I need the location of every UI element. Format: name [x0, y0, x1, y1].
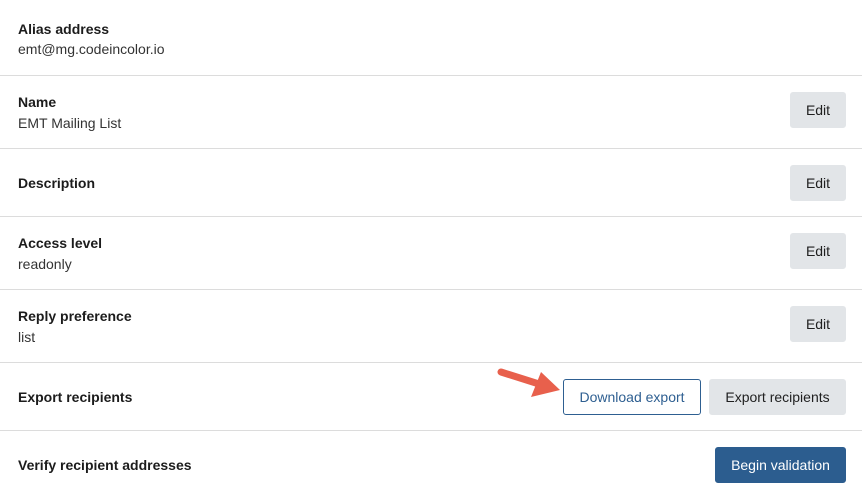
name-row: Name EMT Mailing List Edit: [0, 76, 862, 149]
access-level-value: readonly: [18, 256, 72, 272]
access-level-row: Access level readonly Edit: [0, 217, 862, 290]
download-export-button[interactable]: Download export: [563, 379, 701, 415]
verify-recipients-label: Verify recipient addresses: [18, 457, 192, 473]
name-label: Name: [18, 94, 57, 110]
export-recipients-row: Export recipients Download export Export…: [0, 363, 862, 431]
name-value: EMT Mailing List: [18, 115, 122, 131]
access-level-edit-button[interactable]: Edit: [790, 233, 846, 269]
export-recipients-button[interactable]: Export recipients: [709, 379, 846, 415]
mailing-list-settings: Alias address emt@mg.codeincolor.io Name…: [0, 0, 864, 501]
reply-preference-label: Reply preference: [18, 308, 132, 324]
export-recipients-label: Export recipients: [18, 389, 133, 405]
verify-recipients-row: Verify recipient addresses Begin validat…: [0, 431, 862, 501]
reply-preference-value: list: [18, 329, 36, 345]
description-edit-button[interactable]: Edit: [790, 165, 846, 201]
alias-address-label: Alias address: [18, 21, 110, 37]
arrow-right-icon: [497, 368, 560, 397]
reply-preference-edit-button[interactable]: Edit: [790, 306, 846, 342]
description-row: Description Edit: [0, 149, 862, 217]
alias-address-row: Alias address emt@mg.codeincolor.io: [0, 0, 862, 76]
access-level-label: Access level: [18, 235, 103, 251]
alias-address-value: emt@mg.codeincolor.io: [18, 41, 165, 57]
reply-preference-row: Reply preference list Edit: [0, 290, 862, 363]
begin-validation-button[interactable]: Begin validation: [715, 447, 846, 483]
description-label: Description: [18, 175, 96, 191]
name-edit-button[interactable]: Edit: [790, 92, 846, 128]
